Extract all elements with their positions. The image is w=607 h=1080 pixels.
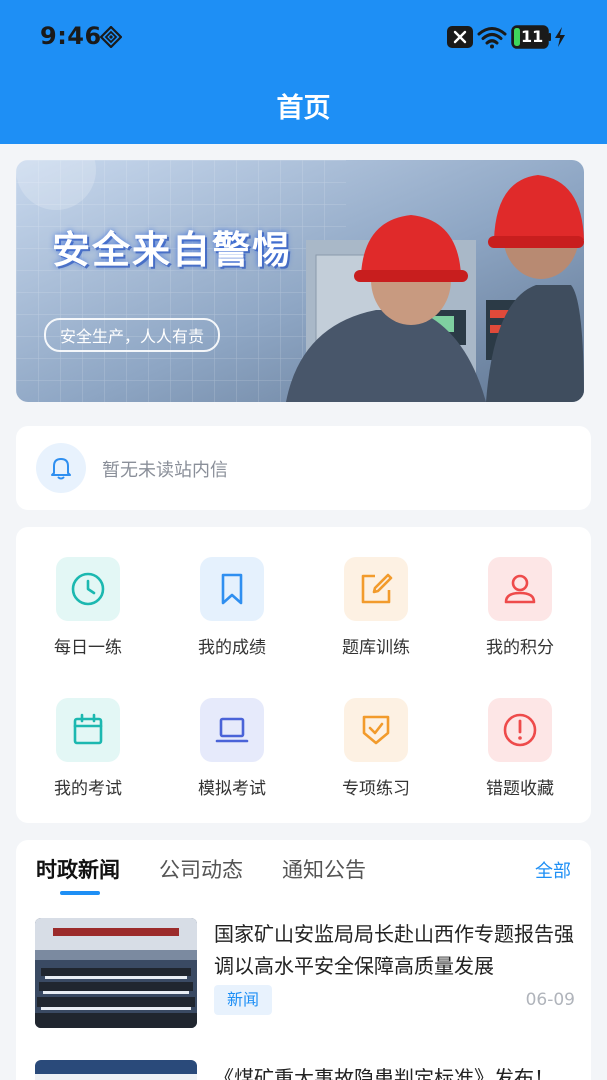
menu-my-exams[interactable]: 我的考试 <box>28 698 148 808</box>
app-header: 9:46 11 首页 <box>0 0 607 144</box>
menu-label: 题库训练 <box>342 638 410 658</box>
menu-label: 专项练习 <box>342 779 410 799</box>
menu-label: 我的成绩 <box>198 638 266 658</box>
menu-label: 模拟考试 <box>198 779 266 799</box>
news-thumbnail <box>35 1060 197 1080</box>
news-title: 《煤矿重大事故隐患判定标准》发布！ <box>214 1066 554 1080</box>
menu-label: 错题收藏 <box>486 779 554 799</box>
alert-icon <box>488 698 552 762</box>
shield-check-icon <box>344 698 408 762</box>
feature-grid: 每日一练 我的成绩 题库训练 我的积分 我的考试 模拟考试 专项练习 错题收藏 <box>16 527 591 823</box>
tab-announcements[interactable]: 通知公告 <box>282 854 366 884</box>
news-item[interactable]: 《煤矿重大事故隐患判定标准》发布！ <box>35 1060 575 1080</box>
bell-icon <box>36 443 86 493</box>
vpn-icon <box>99 25 123 52</box>
menu-question-bank[interactable]: 题库训练 <box>316 557 436 667</box>
news-section: 时政新闻 公司动态 通知公告 全部 国家矿山安监局局长赴山西作专题报告强调以高水… <box>16 840 591 1080</box>
page-title: 首页 <box>276 93 331 124</box>
active-tab-indicator <box>60 891 100 895</box>
edit-icon <box>344 557 408 621</box>
clock-icon <box>56 557 120 621</box>
menu-my-points[interactable]: 我的积分 <box>460 557 580 667</box>
news-thumbnail <box>35 918 197 1028</box>
menu-wrong-questions[interactable]: 错题收藏 <box>460 698 580 808</box>
menu-special-practice[interactable]: 专项练习 <box>316 698 436 808</box>
wifi-icon <box>477 25 507 53</box>
banner-title: 安全来自警惕 <box>52 228 293 272</box>
news-tag: 新闻 <box>214 985 273 1015</box>
news-date: 06-09 <box>525 990 575 1010</box>
message-notice[interactable]: 暂无未读站内信 <box>16 426 591 510</box>
calendar-icon <box>56 698 120 762</box>
news-item[interactable]: 国家矿山安监局局长赴山西作专题报告强调以高水平安全保障高质量发展 新闻 06-0… <box>35 918 575 1030</box>
notice-text: 暂无未读站内信 <box>102 460 228 481</box>
charging-icon <box>554 27 566 51</box>
news-title: 国家矿山安监局局长赴山西作专题报告强调以高水平安全保障高质量发展 <box>214 922 574 978</box>
tab-company-news[interactable]: 公司动态 <box>159 854 243 884</box>
menu-daily-practice[interactable]: 每日一练 <box>28 557 148 667</box>
status-bar: 9:46 11 <box>0 0 607 72</box>
bookmark-icon <box>200 557 264 621</box>
menu-label: 每日一练 <box>54 638 122 658</box>
menu-my-scores[interactable]: 我的成绩 <box>172 557 292 667</box>
view-all-link[interactable]: 全部 <box>535 857 571 883</box>
menu-label: 我的考试 <box>54 779 122 799</box>
tab-politics-news[interactable]: 时政新闻 <box>36 854 120 884</box>
banner-image <box>16 160 584 402</box>
user-icon <box>488 557 552 621</box>
battery-level: 11 <box>521 27 544 46</box>
banner-carousel[interactable]: 安全来自警惕 安全生产，人人有责 <box>16 160 584 402</box>
sim-off-icon <box>447 26 473 52</box>
banner-slogan: 安全生产，人人有责 <box>44 318 221 352</box>
menu-mock-exam[interactable]: 模拟考试 <box>172 698 292 808</box>
laptop-icon <box>200 698 264 762</box>
menu-label: 我的积分 <box>486 638 554 658</box>
status-time: 9:46 <box>40 22 102 50</box>
